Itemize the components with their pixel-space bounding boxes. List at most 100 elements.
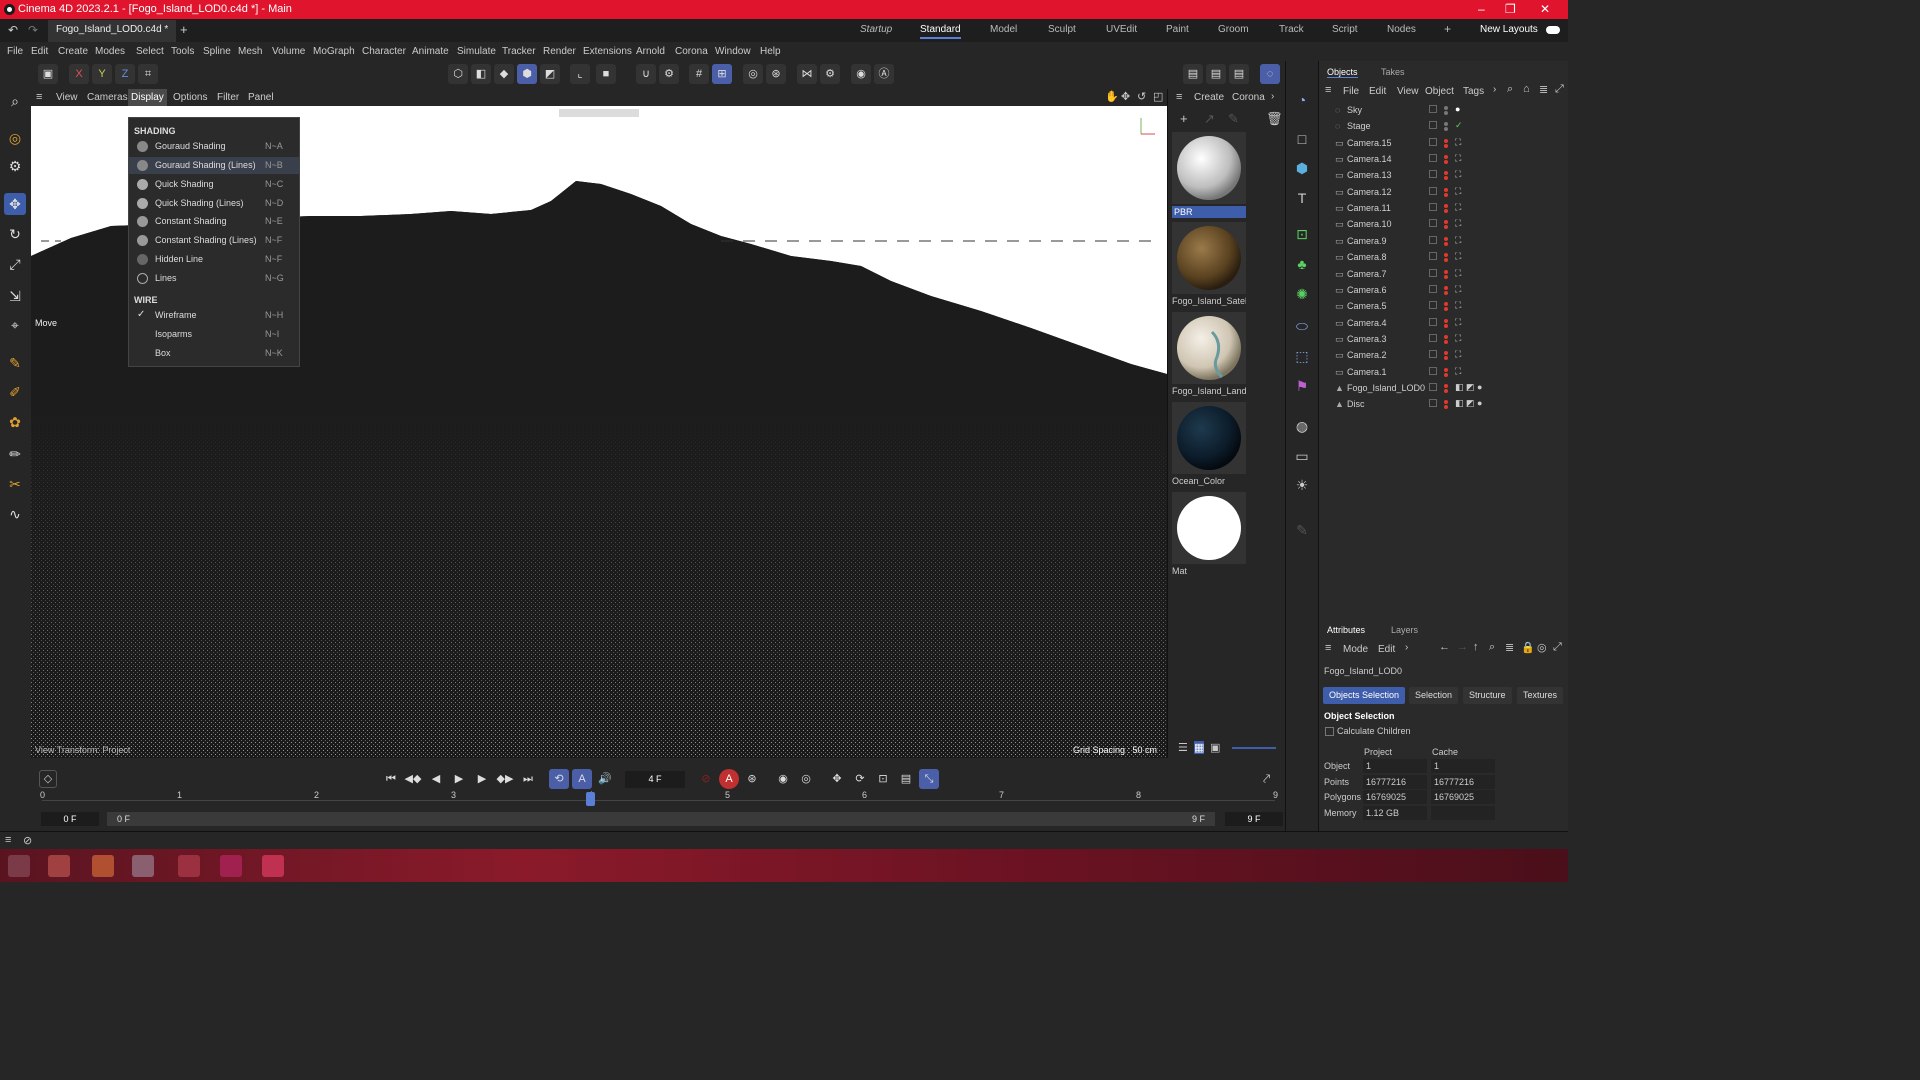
list-view-icon[interactable]: ☰ [1178, 741, 1188, 754]
current-frame-field[interactable]: 4 F [625, 771, 685, 788]
object-search-icon[interactable]: ⌕ [1507, 83, 1513, 96]
tab-objects[interactable]: Objects [1327, 67, 1358, 78]
material-fogo-island-land[interactable]: Fogo_Island_Land [1172, 312, 1246, 396]
object-name[interactable]: Camera.3 [1347, 334, 1387, 344]
object-row[interactable]: ▭ Camera.5 ⛶ [1319, 298, 1569, 314]
render-visibility-dot[interactable] [1444, 143, 1448, 148]
playhead[interactable] [586, 792, 595, 806]
editor-visibility-dot[interactable] [1444, 138, 1448, 143]
scale-tool-icon[interactable]: ⤢ [4, 253, 26, 275]
editor-visibility-dot[interactable] [1444, 302, 1448, 307]
menu-item-quick-shading[interactable]: Quick Shading N~C [129, 176, 299, 193]
search-icon[interactable]: ⌕ [4, 90, 26, 112]
objects-menu-edit[interactable]: Edit [1369, 86, 1386, 97]
render-visibility-dot[interactable] [1444, 356, 1448, 361]
status-hamburger-icon[interactable]: ≡ [5, 834, 11, 846]
object-name[interactable]: Sky [1347, 105, 1362, 115]
tweak-icon[interactable]: ⚙ [659, 64, 679, 84]
render-visibility-dot[interactable] [1444, 388, 1448, 393]
editor-visibility-dot[interactable] [1444, 400, 1448, 405]
menu-window[interactable]: Window [715, 46, 751, 57]
settings-icon[interactable]: ⚙ [820, 64, 840, 84]
menu-item-lines[interactable]: Lines N~G [129, 270, 299, 287]
camera-tag-icon[interactable]: ⛶ [1455, 251, 1461, 262]
layer-checkbox[interactable] [1429, 252, 1437, 261]
grid-view-icon[interactable]: ▦ [1194, 741, 1205, 754]
object-row[interactable]: ▭ Camera.9 ⛶ [1319, 233, 1569, 249]
viewport-menu-cameras[interactable]: Cameras [87, 92, 128, 103]
edges-mode-icon[interactable]: ◧ [471, 64, 491, 84]
menu-mesh[interactable]: Mesh [238, 46, 262, 57]
snap-icon[interactable]: # [689, 64, 709, 84]
large-icons-view-icon[interactable]: ▣ [1210, 741, 1220, 754]
up-arrow-icon[interactable]: ↑ [1473, 641, 1479, 653]
render-visibility-dot[interactable] [1444, 127, 1448, 132]
menu-select[interactable]: Select [136, 46, 164, 57]
snap-tool-icon[interactable]: ⌖ [4, 314, 26, 336]
forward-arrow-icon[interactable]: → [1457, 641, 1468, 653]
object-name[interactable]: Stage [1347, 121, 1371, 131]
editor-visibility-dot[interactable] [1444, 187, 1448, 192]
light-icon[interactable]: ☀ [1291, 474, 1313, 496]
viewport-solo-icon[interactable]: ◉ [851, 64, 871, 84]
workplane-icon[interactable]: ⌞ [570, 64, 590, 84]
camera-tag-icon[interactable]: ⛶ [1455, 202, 1461, 213]
object-name[interactable]: Camera.15 [1347, 138, 1392, 148]
brush-tool-icon[interactable]: ✏ [4, 443, 26, 465]
object-name[interactable]: Camera.13 [1347, 170, 1392, 180]
delete-material-icon[interactable]: 🗑 [1266, 111, 1283, 127]
maximize-view-icon[interactable]: ◰ [1153, 90, 1163, 103]
layer-checkbox[interactable] [1429, 382, 1437, 391]
camera-object-icon[interactable]: ◔ [1291, 89, 1313, 111]
corona-icon[interactable]: ◌ [1260, 64, 1280, 84]
menu-render[interactable]: Render [543, 46, 576, 57]
param-key-icon[interactable]: ⟳ [850, 769, 870, 789]
attributes-menu-edit[interactable]: Edit [1378, 644, 1395, 655]
object-row[interactable]: ▭ Camera.10 ⛶ [1319, 216, 1569, 232]
camera-tag-icon[interactable]: ⛶ [1455, 218, 1461, 229]
live-selection-icon[interactable]: ⚙ [4, 155, 26, 177]
new-layouts-toggle[interactable] [1546, 26, 1560, 34]
camera-tag-icon[interactable]: ⛶ [1455, 235, 1461, 246]
axis-z-button[interactable]: Z [115, 64, 135, 84]
objects-menu-tags[interactable]: Tags [1463, 86, 1484, 97]
points-mode-icon[interactable]: ⬡ [448, 64, 468, 84]
keyframe-icon[interactable]: ◇ [39, 770, 57, 788]
layout-tab-standard[interactable]: Standard [920, 24, 961, 39]
layer-checkbox[interactable] [1429, 333, 1437, 342]
tab-attributes[interactable]: Attributes [1327, 625, 1365, 635]
play-icon[interactable]: ▶ [449, 769, 469, 789]
chevron-right-icon[interactable]: › [1493, 84, 1496, 95]
menu-item-quick-shading-lines[interactable]: Quick Shading (Lines) N~D [129, 195, 299, 212]
menu-corona[interactable]: Corona [675, 46, 708, 57]
material-mat[interactable]: Mat [1172, 492, 1246, 576]
symmetry-icon[interactable]: ⋈ [797, 64, 817, 84]
render-visibility-dot[interactable] [1444, 160, 1448, 165]
objects-menu-file[interactable]: File [1343, 86, 1359, 97]
editor-visibility-dot[interactable] [1444, 285, 1448, 290]
undo-icon[interactable]: ↶ [8, 23, 18, 37]
object-row[interactable]: ▭ Camera.4 ⛶ [1319, 315, 1569, 331]
render-visibility-dot[interactable] [1444, 209, 1448, 214]
object-name[interactable]: Disc [1347, 399, 1365, 409]
interpolation-icon[interactable]: ⤡ [919, 769, 939, 789]
magnet-icon[interactable]: ∪ [636, 64, 656, 84]
deformer-icon[interactable]: ⬭ [1291, 315, 1313, 337]
rotation-key-icon[interactable]: ◎ [796, 769, 816, 789]
layer-checkbox[interactable] [1429, 154, 1437, 163]
texture-tag-icon[interactable]: ◧ ◩ ● [1455, 398, 1482, 409]
render-visibility-dot[interactable] [1444, 372, 1448, 377]
object-row[interactable]: ▭ Camera.12 ⛶ [1319, 184, 1569, 200]
object-row[interactable]: ▭ Camera.8 ⛶ [1319, 249, 1569, 265]
layout-tab-groom[interactable]: Groom [1218, 24, 1249, 35]
render-visibility-dot[interactable] [1444, 192, 1448, 197]
editor-visibility-dot[interactable] [1444, 122, 1448, 127]
selection-tool-icon[interactable]: ◎ [4, 127, 26, 149]
menu-item-constant-shading-lines[interactable]: Constant Shading (Lines) N~F [129, 232, 299, 249]
lock-view-icon[interactable]: ◎ [743, 64, 763, 84]
objects-menu-object[interactable]: Object [1425, 86, 1454, 97]
menu-animate[interactable]: Animate [412, 46, 449, 57]
material-menu-icon[interactable]: ≡ [1176, 91, 1182, 103]
layout-tab-nodes[interactable]: Nodes [1387, 24, 1416, 35]
material-ocean-color[interactable]: Ocean_Color [1172, 402, 1246, 486]
